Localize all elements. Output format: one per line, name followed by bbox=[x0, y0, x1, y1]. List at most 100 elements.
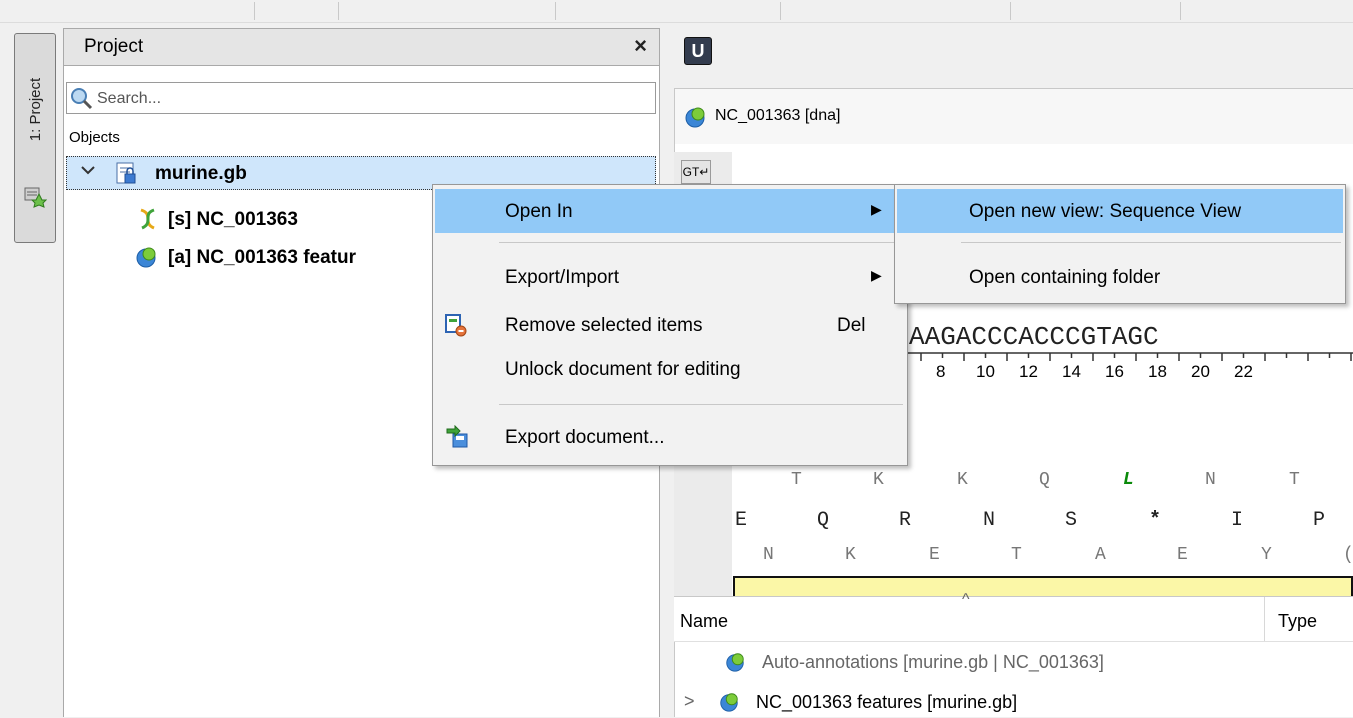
project-panel-title: Project bbox=[84, 36, 144, 57]
project-side-tab[interactable]: 1: Project bbox=[14, 33, 56, 243]
chevron-right-icon[interactable]: > bbox=[684, 691, 695, 712]
translation-frame-2: E Q R N S * I P bbox=[733, 509, 1353, 539]
ruler-number: 20 bbox=[1191, 362, 1210, 381]
ruler-number: 22 bbox=[1234, 362, 1253, 381]
tree-item-label: [s] NC_001363 bbox=[168, 209, 298, 230]
menu-separator bbox=[499, 404, 903, 405]
menu-item-label: Export/Import bbox=[505, 267, 620, 288]
annotation-icon bbox=[685, 107, 705, 128]
menu-item-label: Open new view: Sequence View bbox=[969, 201, 1242, 222]
search-input[interactable] bbox=[95, 87, 639, 111]
amino-acid: S bbox=[1065, 509, 1078, 532]
amino-acid: I bbox=[1231, 509, 1244, 532]
menu-item-open-sequence-view[interactable]: Open new view: Sequence View bbox=[897, 189, 1343, 233]
amino-acid: E bbox=[1177, 545, 1188, 565]
locked-document-icon bbox=[116, 162, 136, 184]
toolbar-separator bbox=[254, 2, 255, 20]
top-toolbar bbox=[0, 0, 1353, 23]
column-header-name[interactable]: Name bbox=[680, 611, 728, 632]
menu-item-label: Export document... bbox=[505, 427, 665, 448]
ruler-number: 14 bbox=[1062, 362, 1081, 381]
menu-item-label: Open In bbox=[505, 201, 573, 222]
annotation-row[interactable]: Auto-annotations [murine.gb | NC_001363] bbox=[674, 648, 1353, 678]
project-tab-icon bbox=[24, 187, 47, 208]
menu-item-open-containing-folder[interactable]: Open containing folder bbox=[897, 255, 1343, 299]
menu-item-label: Unlock document for editing bbox=[505, 359, 741, 380]
amino-acid: T bbox=[1011, 545, 1022, 565]
toolbar-separator bbox=[1010, 2, 1011, 20]
amino-acid: A bbox=[1095, 545, 1106, 565]
ruler-ticks bbox=[906, 352, 1353, 361]
annotation-row[interactable]: > NC_001363 features [murine.gb] bbox=[674, 688, 1353, 718]
close-icon[interactable]: × bbox=[634, 33, 647, 59]
amino-acid: Y bbox=[1261, 545, 1272, 565]
export-document-icon bbox=[446, 425, 468, 448]
translation-frame-3: N K E T A E Y ( bbox=[733, 545, 1353, 575]
ruler-number: 18 bbox=[1148, 362, 1167, 381]
ruler-number: 10 bbox=[976, 362, 995, 381]
objects-label: Objects bbox=[69, 129, 120, 146]
amino-acid: Q bbox=[817, 509, 830, 532]
annotation-label: NC_001363 features [murine.gb] bbox=[756, 692, 1018, 712]
document-toolbar: U bbox=[674, 28, 1353, 72]
chevron-down-icon[interactable] bbox=[81, 161, 95, 182]
toolbar-separator bbox=[1180, 2, 1181, 20]
search-icon bbox=[71, 88, 93, 110]
ruler-number: 8 bbox=[936, 362, 946, 381]
toolbar-separator bbox=[338, 2, 339, 20]
menu-shortcut: Del bbox=[837, 315, 866, 336]
sequence-letters: AAGACCCACCCGTAGC bbox=[909, 322, 1159, 352]
sort-ascending-icon: ^ bbox=[962, 591, 970, 608]
menu-separator bbox=[961, 242, 1341, 243]
u-toolbar-button[interactable]: U bbox=[684, 37, 712, 65]
tree-item-annotations[interactable]: [a] NC_001363 featur bbox=[130, 243, 430, 273]
amino-acid: Q bbox=[1039, 470, 1050, 490]
tree-item-label: [a] NC_001363 featur bbox=[168, 247, 356, 268]
menu-item-label: Open containing folder bbox=[969, 267, 1161, 288]
amino-acid-highlighted: L bbox=[1123, 470, 1134, 490]
document-title: NC_001363 [dna] bbox=[715, 107, 841, 124]
menu-item-export-import[interactable]: Export/Import ▶ bbox=[435, 255, 905, 299]
amino-acid: T bbox=[791, 470, 802, 490]
toolbar-separator bbox=[780, 2, 781, 20]
ruler-number: 12 bbox=[1019, 362, 1038, 381]
open-in-submenu: Open new view: Sequence View Open contai… bbox=[894, 184, 1346, 304]
remove-items-icon bbox=[445, 314, 467, 337]
annotation-icon bbox=[136, 247, 156, 268]
amino-acid: N bbox=[1205, 470, 1216, 490]
side-tab-label: 1: Project bbox=[27, 77, 45, 141]
amino-acid: K bbox=[957, 470, 968, 490]
tree-item-sequence[interactable]: [s] NC_001363 bbox=[130, 205, 430, 235]
menu-item-label: Remove selected items bbox=[505, 315, 703, 336]
wrap-sequence-button[interactable]: GT↵ bbox=[681, 160, 711, 184]
annotation-icon bbox=[720, 693, 738, 712]
amino-acid: N bbox=[983, 509, 996, 532]
project-panel-header: Project × bbox=[63, 28, 660, 66]
translation-frame-1: T K K Q L N T bbox=[733, 470, 1353, 500]
search-box[interactable] bbox=[66, 82, 656, 114]
ruler-number: 16 bbox=[1105, 362, 1124, 381]
submenu-arrow-icon: ▶ bbox=[871, 201, 882, 217]
column-divider[interactable] bbox=[1264, 597, 1265, 641]
amino-acid: P bbox=[1313, 509, 1326, 532]
amino-acid: K bbox=[873, 470, 884, 490]
menu-item-open-in[interactable]: Open In ▶ bbox=[435, 189, 905, 233]
sequence-icon bbox=[140, 208, 155, 230]
amino-acid: E bbox=[735, 509, 748, 532]
menu-item-export-document[interactable]: Export document... bbox=[435, 415, 905, 459]
selected-annotation-bar[interactable] bbox=[733, 576, 1353, 596]
menu-item-unlock-document[interactable]: Unlock document for editing bbox=[435, 347, 905, 391]
document-title-bar: NC_001363 [dna] bbox=[674, 88, 1353, 144]
column-header-type[interactable]: Type bbox=[1278, 611, 1317, 632]
amino-acid: R bbox=[899, 509, 912, 532]
submenu-arrow-icon: ▶ bbox=[871, 267, 882, 283]
menu-item-remove-selected[interactable]: Remove selected items Del bbox=[435, 303, 905, 347]
annotation-label: Auto-annotations [murine.gb | NC_001363] bbox=[762, 652, 1104, 672]
amino-acid: E bbox=[929, 545, 940, 565]
amino-acid: ( bbox=[1343, 545, 1353, 565]
context-menu: Open In ▶ Export/Import ▶ Remove selecte… bbox=[432, 184, 908, 466]
menu-separator bbox=[499, 242, 903, 243]
annotation-icon bbox=[726, 653, 744, 672]
amino-acid: N bbox=[763, 545, 774, 565]
toolbar-separator bbox=[555, 2, 556, 20]
